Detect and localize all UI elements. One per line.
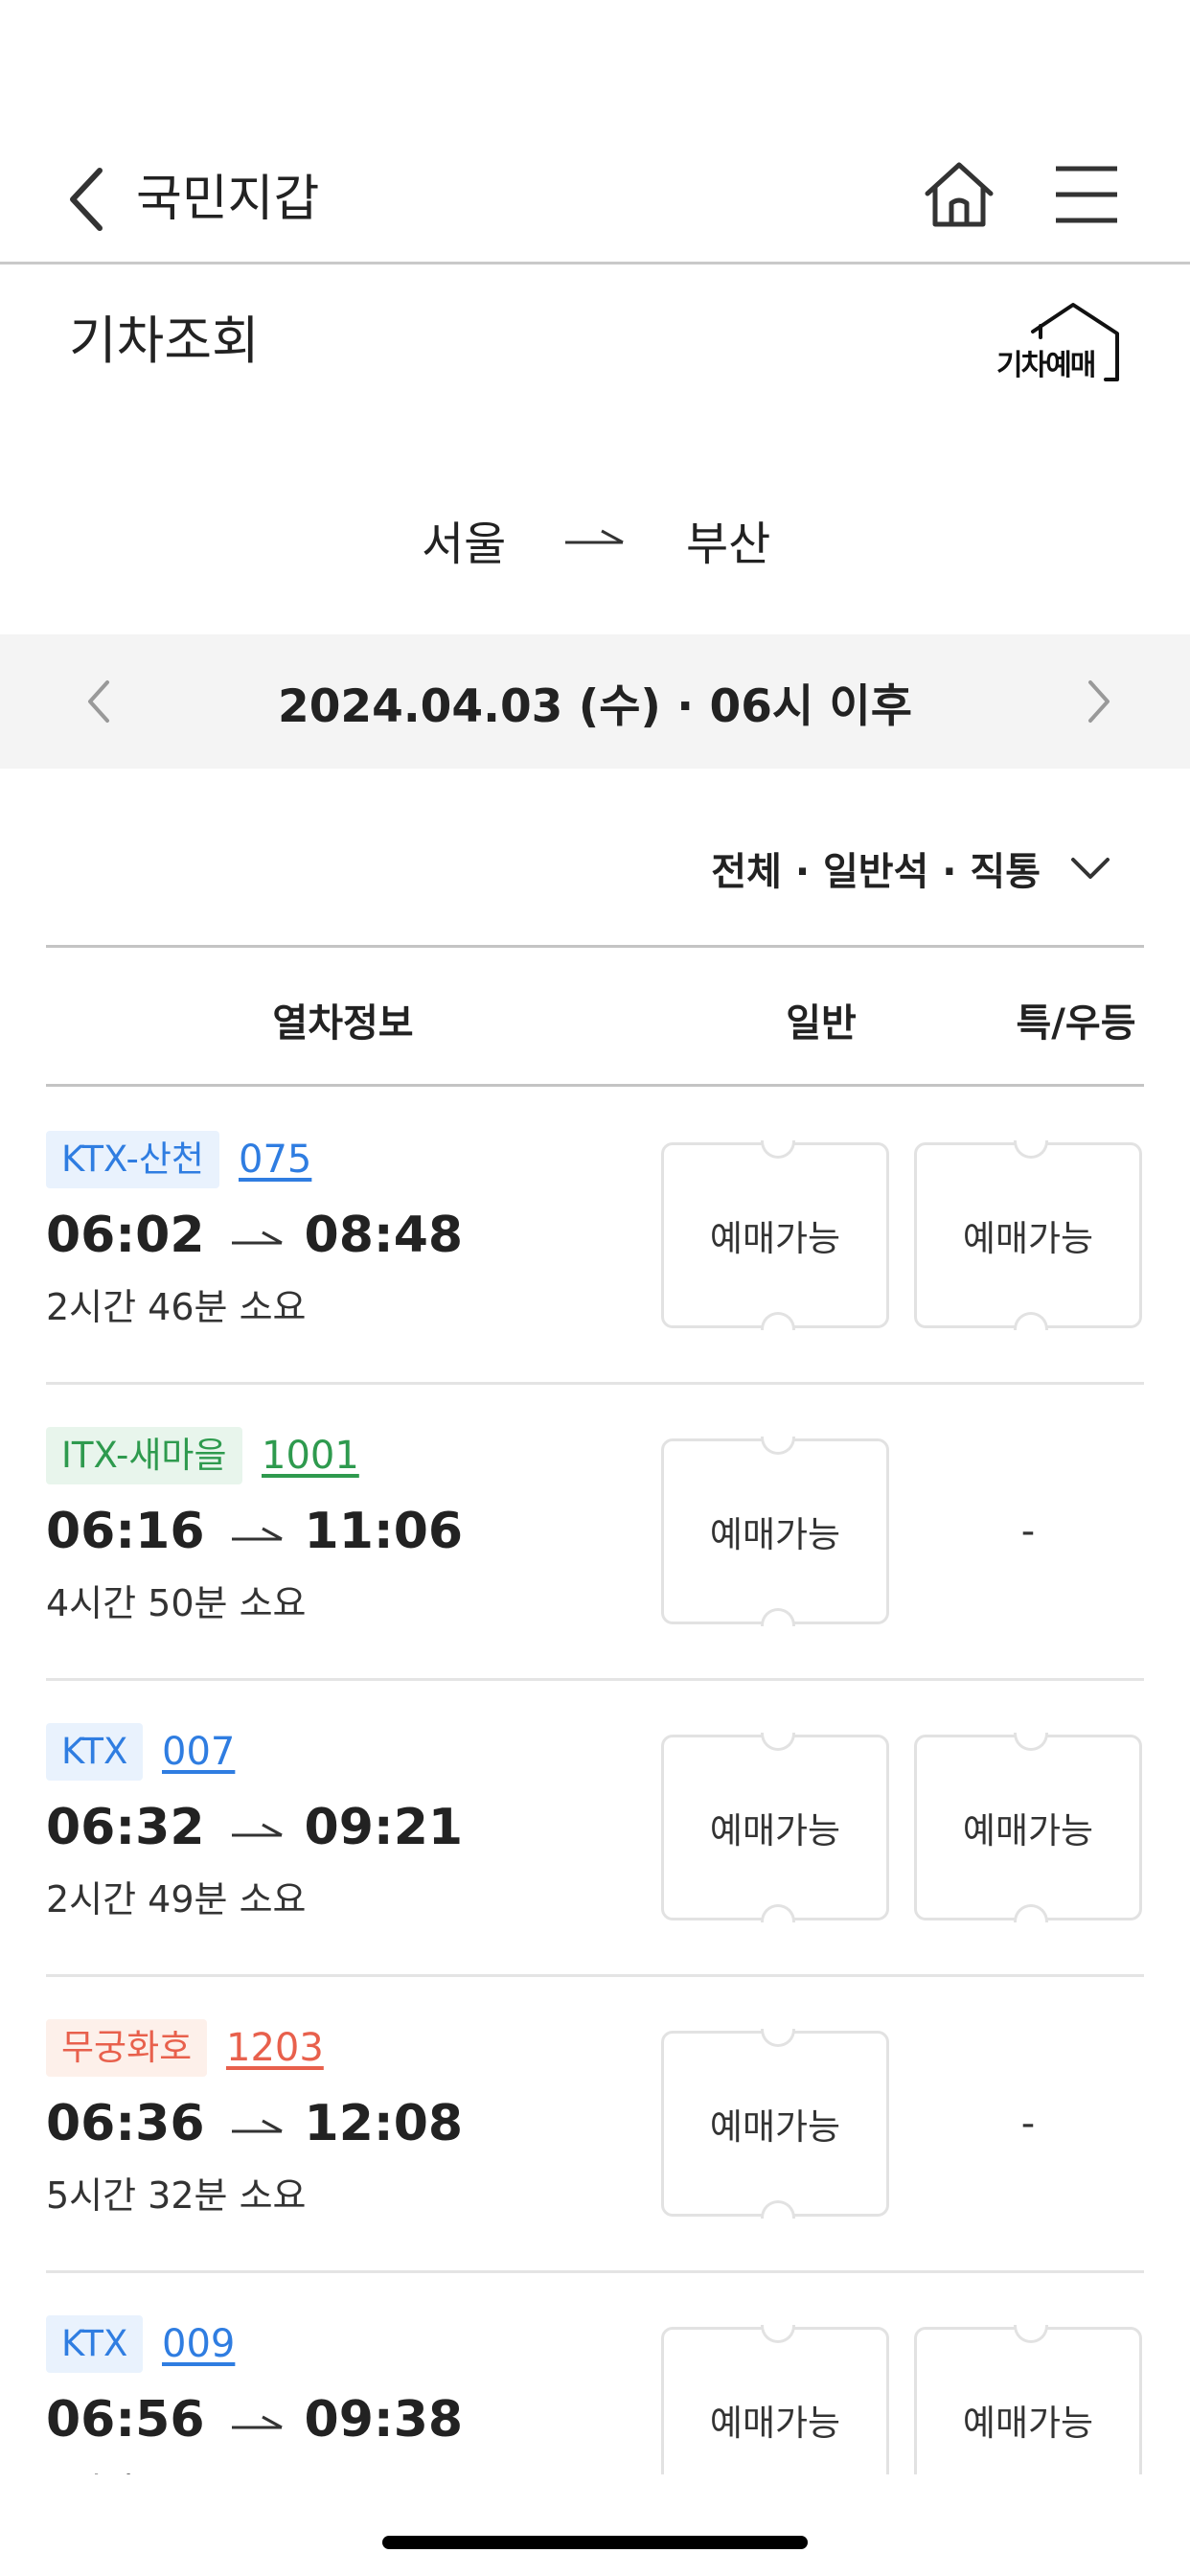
departure-time: 06:02	[46, 1207, 205, 1264]
train-number-link[interactable]: 075	[239, 1131, 311, 1188]
train-time: 06:32 09:21	[46, 1794, 463, 1861]
arrival-time: 12:08	[304, 2095, 464, 2152]
train-row: KTX 009 06:56 09:38 2시간 42분 소요 예매가능 예매가능	[46, 2273, 1144, 2474]
train-time: 06:36 12:08	[46, 2090, 463, 2157]
chevron-left-icon[interactable]	[61, 161, 119, 238]
time-arrow-icon	[231, 1230, 283, 1245]
train-type-badge: 무궁화호	[46, 2019, 208, 2077]
arrival-time: 09:38	[304, 2391, 464, 2449]
home-icon[interactable]	[922, 157, 996, 232]
train-reservation-label: 기차예매	[996, 349, 1096, 382]
table-header: 열차정보 일반 특/우등	[46, 945, 1144, 1087]
train-type-badge: KTX	[46, 2315, 144, 2373]
departure-station: 서울	[422, 518, 507, 571]
departure-time: 06:32	[46, 1799, 205, 1856]
time-arrow-icon	[231, 1823, 283, 1837]
time-arrow-icon	[231, 2415, 283, 2429]
travel-duration: 2시간 46분 소요	[46, 1286, 307, 1328]
train-time: 06:56 09:38	[46, 2386, 463, 2453]
departure-time: 06:36	[46, 2095, 205, 2152]
hamburger-menu-icon[interactable]	[1052, 161, 1121, 228]
special-seat-reserve-button[interactable]: 예매가능	[914, 1140, 1142, 1330]
seat-filter-dropdown[interactable]: 전체 · 일반석 · 직통	[711, 830, 1111, 907]
app-bar: 국민지갑	[0, 134, 1190, 264]
train-row: ITX-새마을 1001 06:16 11:06 4시간 50분 소요 예매가능 …	[46, 1385, 1144, 1681]
train-list: KTX-산천 075 06:02 08:48 2시간 46분 소요 예매가능 예매…	[46, 1089, 1144, 2474]
special-seat-reserve-button[interactable]: 예매가능	[914, 2325, 1142, 2474]
train-search-page: 국민지갑 기차조회 기차예매 서울 부산 2024.04.03 (수) · 06…	[0, 0, 1190, 2576]
train-number-link[interactable]: 007	[162, 1723, 235, 1781]
train-row: KTX-산천 075 06:02 08:48 2시간 46분 소요 예매가능 예매…	[46, 1089, 1144, 1385]
train-time: 06:02 08:48	[46, 1202, 463, 1269]
travel-duration: 2시간 42분 소요	[46, 2465, 307, 2474]
train-row: 무궁화호 1203 06:36 12:08 5시간 32분 소요 예매가능 -	[46, 1977, 1144, 2273]
route-arrow-icon	[565, 529, 624, 544]
home-indicator[interactable]	[382, 2536, 808, 2549]
general-seat-reserve-button[interactable]: 예매가능	[661, 2029, 889, 2219]
train-reservation-link[interactable]: 기차예매	[987, 299, 1131, 385]
arrival-station: 부산	[686, 518, 771, 571]
arrival-time: 09:21	[304, 1799, 464, 1856]
header-train-info: 열차정보	[272, 1001, 414, 1046]
app-title: 국민지갑	[136, 171, 320, 228]
departure-time: 06:16	[46, 1503, 205, 1560]
time-arrow-icon	[231, 2119, 283, 2133]
special-seat-reserve-button[interactable]: 예매가능	[914, 1733, 1142, 1922]
route-summary: 서울 부산	[0, 498, 1190, 575]
date-selector: 2024.04.03 (수) · 06시 이후	[0, 634, 1190, 769]
section-title: 기차조회	[69, 310, 260, 371]
train-type-badge: KTX	[46, 1723, 144, 1781]
filter-label: 전체 · 일반석 · 직통	[711, 850, 1041, 894]
travel-duration: 4시간 50분 소요	[46, 1582, 307, 1624]
arrival-time: 08:48	[304, 1207, 464, 1264]
train-type-badge: ITX-새마을	[46, 1427, 242, 1484]
general-seat-reserve-button[interactable]: 예매가능	[661, 1140, 889, 1330]
general-seat-reserve-button[interactable]: 예매가능	[661, 1437, 889, 1626]
header-special-seat: 특/우등	[1016, 1001, 1136, 1046]
train-number-link[interactable]: 1203	[226, 2019, 324, 2077]
train-number-link[interactable]: 009	[162, 2315, 235, 2373]
train-type-badge: KTX-산천	[46, 1131, 219, 1188]
chevron-down-icon	[1071, 858, 1110, 879]
special-seat-unavailable: -	[1020, 2102, 1036, 2146]
train-number-link[interactable]: 1001	[262, 1427, 359, 1484]
arrival-time: 11:06	[304, 1503, 464, 1560]
train-row: KTX 007 06:32 09:21 2시간 49분 소요 예매가능 예매가능	[46, 1681, 1144, 1977]
selected-date: 2024.04.03 (수) · 06시 이후	[278, 680, 912, 733]
general-seat-reserve-button[interactable]: 예매가능	[661, 1733, 889, 1922]
next-date-chevron-icon[interactable]	[1079, 677, 1117, 726]
time-arrow-icon	[231, 1527, 283, 1541]
travel-duration: 5시간 32분 소요	[46, 2174, 307, 2217]
general-seat-reserve-button[interactable]: 예매가능	[661, 2325, 889, 2474]
train-time: 06:16 11:06	[46, 1498, 463, 1565]
special-seat-unavailable: -	[1020, 1509, 1036, 1553]
travel-duration: 2시간 49분 소요	[46, 1878, 307, 1920]
departure-time: 06:56	[46, 2391, 205, 2449]
